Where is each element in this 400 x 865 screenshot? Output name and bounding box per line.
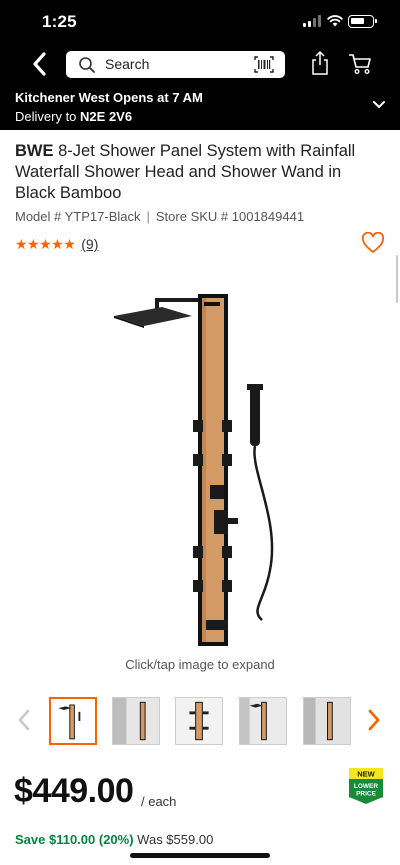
search-icon [79,57,95,73]
status-time: 1:25 [42,12,77,31]
review-count-link[interactable]: (9) [81,236,98,252]
price-unit: / each [141,794,177,809]
delivery-location: Delivery to N2E 2V6 [15,109,132,124]
postal-code: N2E 2V6 [80,109,133,124]
store-hours: Kitchener West Opens at 7 AM [15,90,203,105]
thumbnail-5[interactable] [303,697,351,745]
back-icon[interactable] [28,50,52,78]
product-identifiers: Model # YTP17-Black | Store SKU # 10018494… [15,209,304,224]
separator: | [146,209,150,224]
search-input[interactable]: Search [66,51,285,78]
product-name: 8-Jet Shower Panel System with Rainfall … [15,142,356,202]
status-bar: 1:25 [0,0,400,44]
thumbnail-2-image [113,698,159,744]
thumbnail-3[interactable] [175,697,223,745]
thumbnail-4-image [240,698,286,744]
product-title: BWE 8-Jet Shower Panel System with Rainf… [15,141,385,204]
heart-icon[interactable] [361,232,385,254]
rating-summary[interactable]: ★★★★★ (9) [15,235,98,253]
thumbnail-3-image [176,698,222,744]
new-lower-price-badge: NEW LOWER PRICE [349,768,383,804]
cellular-signal-icon [303,15,321,27]
battery-icon [348,15,377,28]
thumbnail-4[interactable] [239,697,287,745]
badge-line2: LOWER [354,783,378,790]
price: $449.00 [14,772,134,810]
model-number: Model # YTP17-Black [15,209,141,224]
badge-line3: PRICE [356,791,377,798]
star-rating-icon: ★★★★★ [15,235,76,252]
search-placeholder: Search [105,56,150,72]
product-brand: BWE [15,142,54,160]
chevron-down-icon[interactable] [372,100,386,110]
store-sku: Store SKU # 1001849441 [155,209,305,224]
thumbnail-2[interactable] [112,697,160,745]
delivery-prefix: Delivery to [15,109,77,124]
product-image[interactable] [100,280,300,650]
badge-line1: NEW [357,770,375,779]
savings-line: Save $110.00 (20%) Was $559.00 [15,832,213,847]
store-name: Kitchener West [15,90,110,105]
share-icon[interactable] [309,50,331,76]
savings-amount: Save $110.00 (20%) [15,832,134,847]
store-selector[interactable]: Kitchener West Opens at 7 AM Delivery to… [0,86,400,130]
thumbnail-1-image [58,704,81,740]
cart-icon[interactable] [348,53,372,75]
store-open-time: Opens at 7 AM [113,90,203,105]
thumbnail-next-icon[interactable] [366,708,382,732]
barcode-icon[interactable] [254,56,274,73]
scrollbar[interactable] [396,255,398,303]
thumbnail-1[interactable] [49,697,97,745]
app-header: Search [0,44,400,86]
expand-hint: Click/tap image to expand [125,657,275,672]
thumbnail-prev-icon[interactable] [16,708,32,732]
home-indicator[interactable] [130,853,270,858]
thumbnail-5-image [304,698,350,744]
wifi-icon [327,15,343,27]
was-price: Was $559.00 [137,832,214,847]
